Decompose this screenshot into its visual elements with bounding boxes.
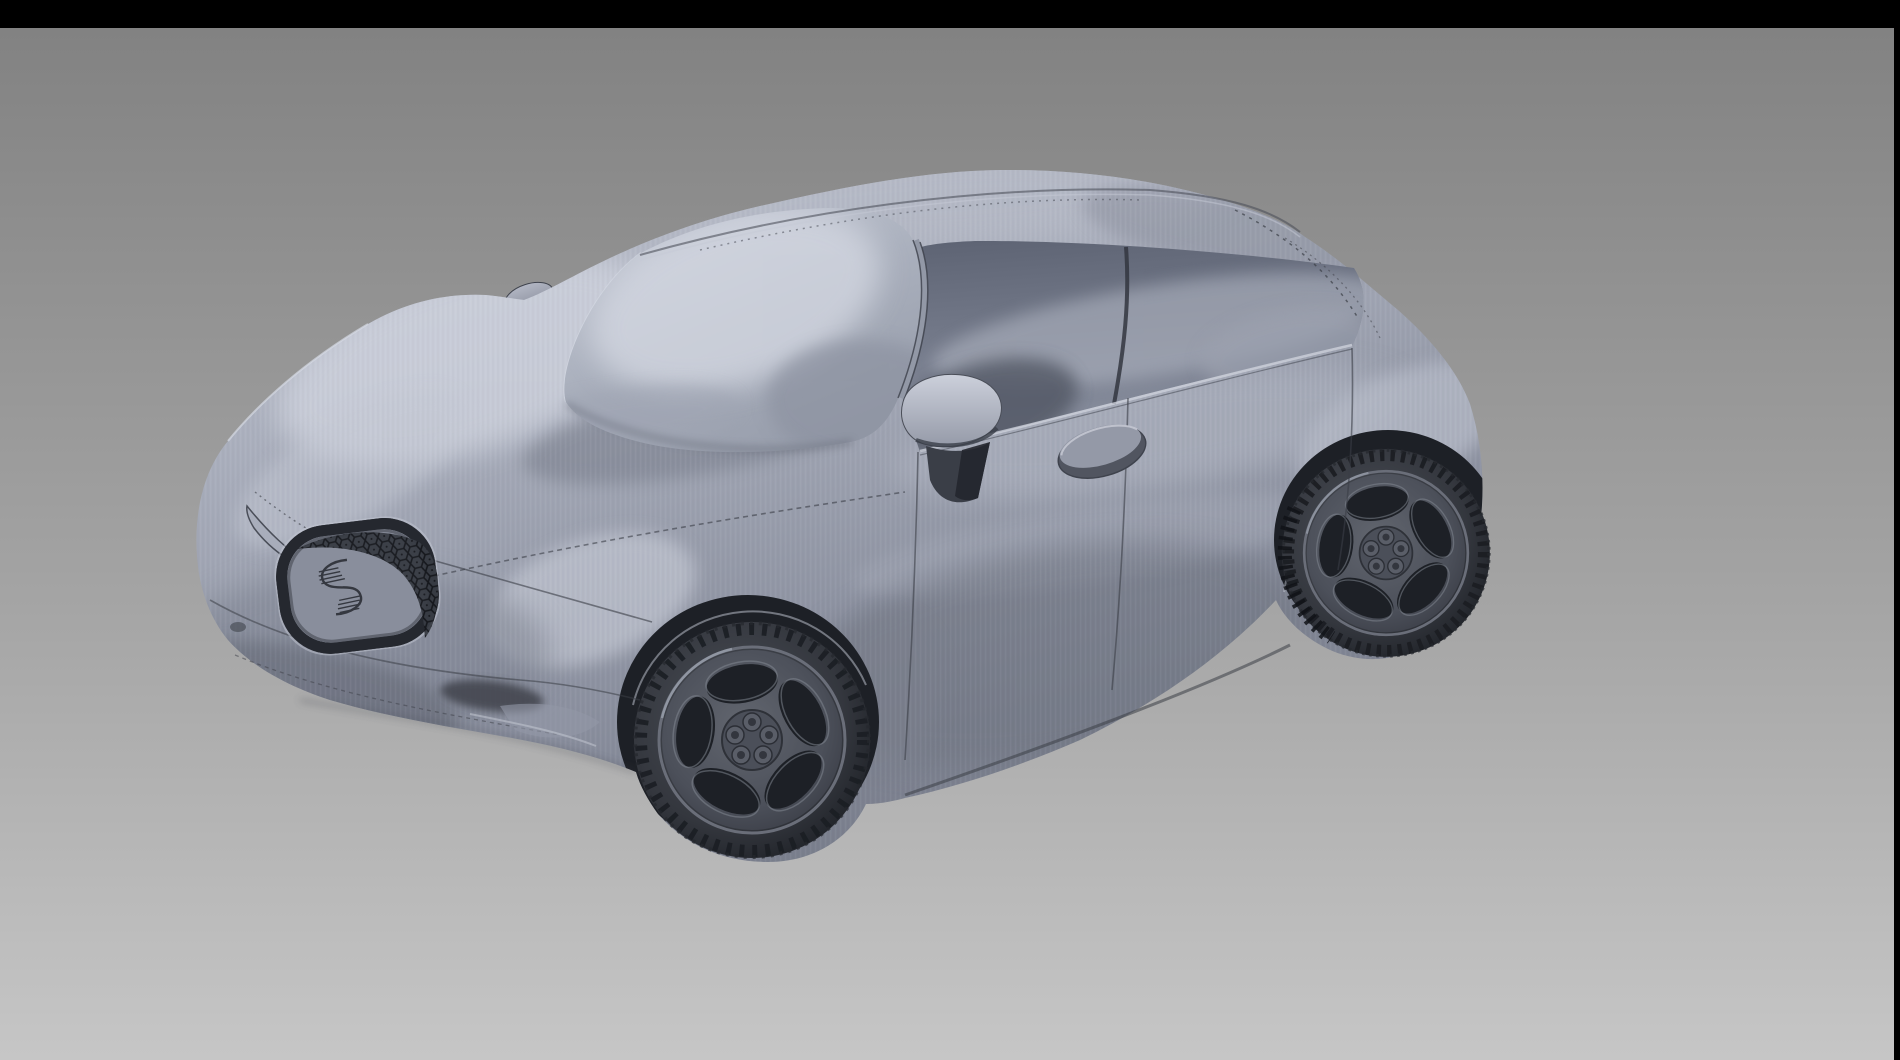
front-grille xyxy=(270,512,446,661)
side-marker xyxy=(230,622,246,632)
render-canvas xyxy=(0,0,1900,1060)
render-window xyxy=(0,0,1900,1060)
right-letterbox-bar xyxy=(1894,0,1900,1060)
front-wheel xyxy=(634,622,870,858)
rear-wheel xyxy=(1282,449,1490,657)
top-letterbox-bar xyxy=(0,0,1900,28)
